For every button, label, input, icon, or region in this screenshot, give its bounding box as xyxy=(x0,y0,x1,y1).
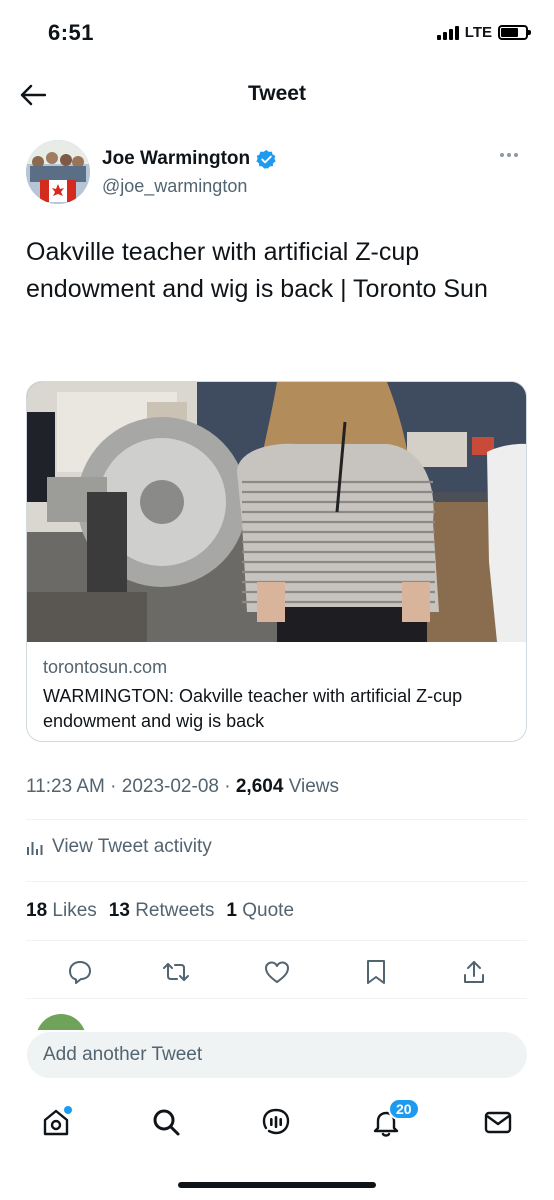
home-unread-dot xyxy=(64,1106,72,1114)
status-indicators: LTE xyxy=(436,24,531,41)
reply-avatar xyxy=(36,1014,86,1030)
retweet-icon xyxy=(163,963,189,981)
messages-icon xyxy=(484,1111,512,1134)
home-indicator xyxy=(178,1182,376,1188)
top-nav: Tweet xyxy=(0,64,554,126)
avatar[interactable] xyxy=(26,140,90,204)
share-button[interactable] xyxy=(458,956,490,988)
share-icon xyxy=(464,961,484,983)
page-title: Tweet xyxy=(248,82,306,105)
quotes-stat[interactable]: 1 Quote xyxy=(226,900,294,922)
tab-search[interactable] xyxy=(146,1102,186,1142)
card-domain: torontosun.com xyxy=(43,657,168,677)
link-card[interactable]: torontosun.com WARMINGTON: Oakville teac… xyxy=(26,381,527,742)
view-activity-label: View Tweet activity xyxy=(52,836,212,857)
add-tweet-placeholder: Add another Tweet xyxy=(43,1044,203,1065)
author-handle[interactable]: @joe_warmington xyxy=(102,176,247,197)
views-count: 2,604 xyxy=(235,776,284,797)
spaces-icon xyxy=(262,1108,290,1135)
reply-icon xyxy=(69,961,91,984)
network-label: LTE xyxy=(464,24,492,41)
divider xyxy=(26,819,527,820)
tab-home[interactable] xyxy=(36,1102,76,1142)
divider xyxy=(26,881,527,882)
meta-separator: · xyxy=(224,776,231,797)
reply-preview xyxy=(0,1000,554,1030)
tab-messages[interactable] xyxy=(478,1102,518,1142)
tweet-time: 11:23 AM xyxy=(26,776,105,797)
card-title: WARMINGTON: Oakville teacher with artifi… xyxy=(43,686,463,731)
verified-badge-icon xyxy=(256,149,276,169)
tweet-date: 2023-02-08 xyxy=(121,776,219,797)
view-activity-link[interactable]: View Tweet activity xyxy=(26,836,212,858)
quotes-label: Quote xyxy=(242,900,295,921)
avatar-image xyxy=(26,140,90,204)
battery-icon xyxy=(498,25,531,40)
status-bar: 6:51 LTE xyxy=(0,0,554,64)
likes-count: 18 xyxy=(26,900,48,921)
divider xyxy=(26,940,527,941)
likes-stat[interactable]: 18 Likes xyxy=(26,900,97,922)
bar-chart-icon xyxy=(27,842,43,855)
tweet-author: Joe Warmington @joe_warmington xyxy=(26,140,530,206)
card-image xyxy=(27,382,526,642)
status-time: 6:51 xyxy=(48,20,95,45)
more-options-icon[interactable] xyxy=(500,150,524,160)
tweet-text: Oakville teacher with artificial Z-cup e… xyxy=(26,238,488,303)
retweets-count: 13 xyxy=(108,900,130,921)
quotes-count: 1 xyxy=(226,900,237,921)
tweet-stats: 18 Likes 13 Retweets 1 Quote xyxy=(26,900,294,922)
retweets-stat[interactable]: 13 Retweets xyxy=(109,900,215,922)
bottom-tab-bar: 20 xyxy=(0,1088,554,1158)
meta-separator: · xyxy=(110,776,117,797)
reply-button[interactable] xyxy=(64,956,96,988)
views-label: Views xyxy=(288,776,340,797)
tab-notifications[interactable]: 20 xyxy=(366,1098,420,1142)
author-name: Joe Warmington xyxy=(102,148,251,169)
like-icon xyxy=(265,961,289,983)
tweet-actions xyxy=(26,952,527,992)
bookmark-button[interactable] xyxy=(360,956,392,988)
divider xyxy=(26,998,527,999)
tweet-meta: 11:23 AM · 2023-02-08 · 2,604 Views xyxy=(26,776,339,798)
add-tweet-input[interactable]: Add another Tweet xyxy=(27,1032,527,1078)
signal-icon xyxy=(436,25,459,40)
notifications-badge: 20 xyxy=(388,1098,420,1120)
like-button[interactable] xyxy=(261,956,293,988)
search-icon xyxy=(153,1109,180,1136)
retweets-label: Retweets xyxy=(135,900,215,921)
retweet-button[interactable] xyxy=(160,956,192,988)
author-name-row[interactable]: Joe Warmington xyxy=(102,148,277,170)
bookmark-icon xyxy=(367,960,385,984)
likes-label: Likes xyxy=(52,900,97,921)
tab-spaces[interactable] xyxy=(256,1102,296,1142)
